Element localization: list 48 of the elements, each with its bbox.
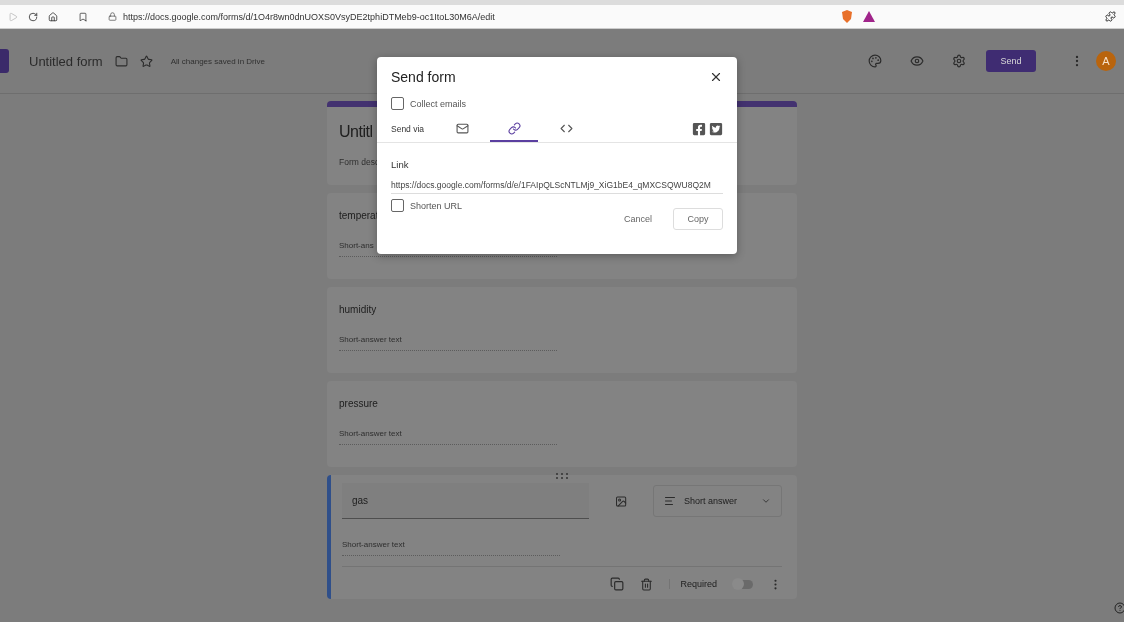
mail-icon [455,121,469,135]
home-icon[interactable] [48,11,58,22]
lines-icon [664,495,677,507]
send-button[interactable]: Send [986,50,1036,72]
question-title: temperat [339,210,379,221]
star-icon[interactable] [139,54,153,68]
folder-icon[interactable] [114,54,128,68]
form-title-text: Untitl [339,123,373,141]
send-via-label: Send via [391,124,425,134]
bookmark-icon[interactable] [78,11,88,22]
question-title-field[interactable]: gas [342,483,590,519]
required-toggle[interactable] [733,579,753,589]
reload-icon[interactable] [28,11,38,22]
checkbox-label: Collect emails [410,98,467,109]
question-title: humidity [339,304,377,315]
answer-preview: Short-answer text [339,429,402,438]
checkbox[interactable] [391,97,404,110]
twitter-icon[interactable] [709,122,723,136]
question-title: pressure [339,398,378,409]
link-icon [507,121,521,135]
url-text[interactable]: https://docs.google.com/forms/d/1O4r8wn0dnUOXS0VsyDE2tphiDTMeb9-oc1ItoL30M6A/edit [123,11,495,22]
caret-icon [761,496,771,506]
lock-icon [108,12,117,21]
preview-icon[interactable] [910,54,924,68]
delete-icon[interactable] [640,577,654,591]
image-icon[interactable] [614,494,628,508]
answer-preview: Short-ans [339,241,374,250]
dialog-title: Send form [391,69,456,85]
extensions-icon[interactable] [1105,11,1116,22]
question-type-select[interactable]: Short answer [653,485,782,517]
required-label: Required [669,579,717,589]
triangle-icon[interactable] [863,11,875,22]
help-icon[interactable] [1114,602,1124,614]
answer-preview: Short-answer text [339,335,402,344]
settings-icon[interactable] [952,54,966,68]
link-field[interactable]: https://docs.google.com/forms/d/e/1FAIpQLScNTLMj9_XiG1bE4_qMXCSQWU8Q2M [391,180,723,194]
avatar[interactable]: A [1096,51,1116,71]
checkbox-label: Shorten URL [410,200,463,211]
form-title[interactable]: Untitled form [29,53,103,69]
duplicate-icon[interactable] [610,577,625,591]
drag-handle-icon[interactable] [556,473,568,479]
copy-button[interactable]: Copy [673,208,723,230]
link-label: Link [391,159,409,170]
checkbox[interactable] [391,199,404,212]
answer-preview: Short-answer text [342,540,405,549]
palette-icon[interactable] [868,54,882,68]
close-icon[interactable] [709,70,723,84]
facebook-icon[interactable] [692,122,706,136]
